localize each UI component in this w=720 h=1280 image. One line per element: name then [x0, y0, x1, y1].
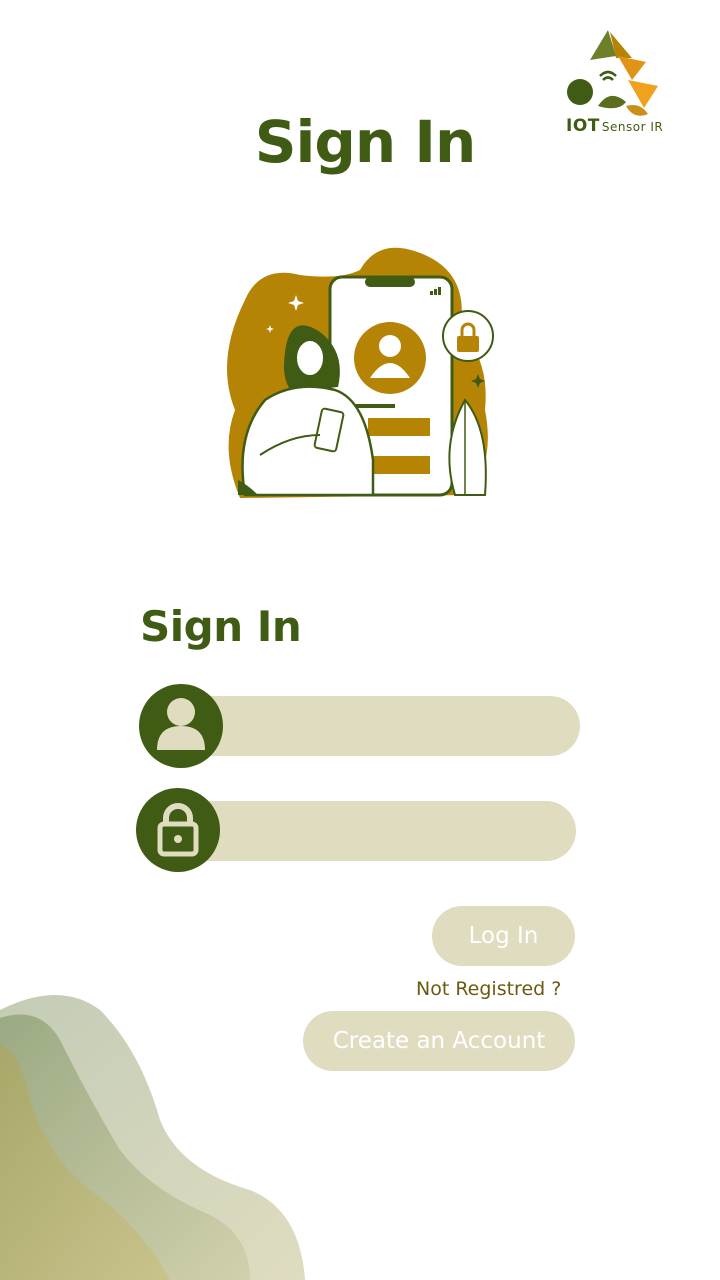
page-title: Sign In — [254, 108, 477, 176]
form-title: Sign In — [140, 602, 302, 651]
create-account-button[interactable]: Create an Account — [303, 1011, 575, 1071]
lock-icon — [136, 788, 220, 872]
login-illustration — [227, 247, 494, 498]
decorative-wave — [0, 995, 305, 1280]
login-button[interactable]: Log In — [432, 906, 575, 966]
not-registered-text: Not Registred ? — [416, 978, 562, 1000]
user-icon — [139, 684, 223, 768]
